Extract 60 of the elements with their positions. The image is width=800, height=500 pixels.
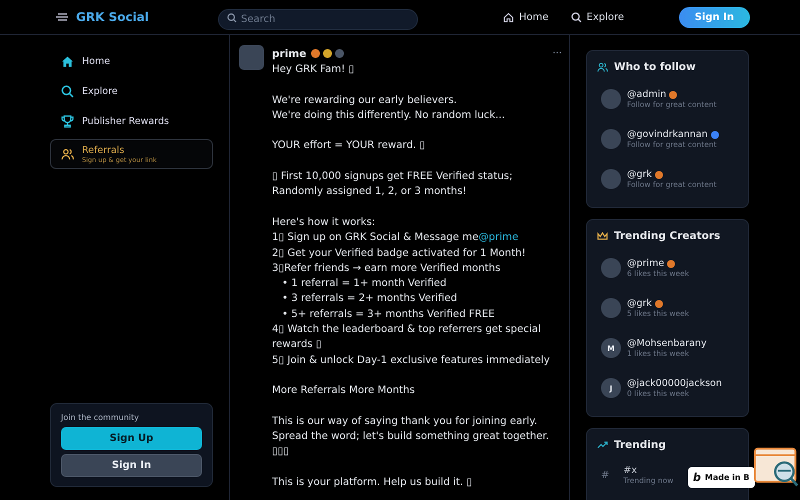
mention-link[interactable]: @prime — [478, 232, 518, 244]
user-handle[interactable]: @Mohsenbarany — [627, 338, 707, 349]
made-in-badge[interactable]: b Made in B — [688, 467, 754, 488]
post-line: YOUR effort = YOUR reward. ▯ — [272, 139, 426, 154]
avatar — [601, 258, 621, 278]
home-icon — [61, 55, 74, 68]
post-line: 2▯ Get your Verified badge activated for 1 Month! — [272, 246, 527, 261]
crown-icon — [597, 232, 608, 240]
post-line: We're doing this differently. No random luck... — [272, 108, 506, 123]
card-title: Trending Creators — [614, 230, 720, 242]
avatar — [601, 298, 621, 318]
more-menu[interactable]: ··· — [548, 48, 566, 59]
users-icon — [61, 148, 74, 160]
user-handle[interactable]: @admin — [627, 89, 666, 100]
hash-mark: # — [601, 470, 610, 480]
search-field[interactable]: Search — [218, 8, 418, 30]
post-line: This is your platform. Help us build it. ▯ — [272, 476, 474, 490]
sidebar-item[interactable]: Publisher Rewards — [50, 109, 213, 134]
post-line: This is our way of saying thank you for joining early. Spread the word; let's build something great together. ▯▯▯ — [272, 414, 550, 460]
post-line: More Referrals More Months — [272, 384, 416, 398]
sidebar-item[interactable]: Explore — [50, 79, 213, 104]
post-line: 4▯ Watch the leaderboard & top referrers get special rewards ▯ — [272, 323, 542, 352]
trophy-icon — [61, 115, 74, 128]
avatar — [601, 89, 621, 109]
topic-tag[interactable]: #x — [623, 465, 637, 476]
user-handle[interactable]: @govindrkannan — [627, 129, 708, 140]
avatar — [239, 45, 264, 70]
search-icon — [570, 12, 582, 22]
post-line: 3▯Refer friends → earn more Verified months — [272, 262, 502, 276]
brand-name[interactable]: GRK Social — [76, 10, 149, 24]
sign-up-button[interactable]: Sign Up — [61, 427, 202, 450]
card-title: Who to follow — [614, 61, 696, 73]
card-title: Trending — [614, 439, 666, 451]
avatar — [601, 169, 621, 189]
community-label: Join the community — [61, 413, 140, 422]
post-line: Here's how it works: — [272, 216, 376, 230]
post-line: 5▯ Join & unlock Day-1 exclusive features immediately — [272, 354, 551, 368]
post-line: We're rewarding our early believers. — [272, 94, 458, 108]
post-line: Hey GRK Fam! ▯ — [272, 63, 356, 77]
users-icon — [597, 62, 608, 72]
home-icon — [503, 12, 514, 22]
user-handle[interactable]: @prime — [627, 258, 664, 269]
search-icon — [227, 12, 237, 22]
nav-link[interactable]: Home — [503, 12, 549, 22]
user-handle[interactable]: @grk — [627, 169, 652, 180]
user-handle[interactable]: @grk — [627, 298, 652, 309]
post-bullet-line: • 1 referral = 1+ month Verified — [281, 277, 448, 292]
post-bullet-line: • 5+ referrals = 3+ months Verified FREE — [281, 308, 496, 322]
post-bullet-line: • 3 referrals = 2+ months Verified — [281, 292, 458, 306]
post-line: 1▯ Sign up on GRK Social & Message me@prime — [272, 231, 520, 246]
logo-icon — [55, 12, 69, 22]
author-name[interactable]: prime — [272, 48, 306, 60]
search-icon — [61, 85, 74, 98]
trend-icon — [597, 441, 608, 449]
avatar — [601, 129, 621, 149]
post-line: ▯ First 10,000 signups get FREE Verified status; Randomly assigned 1, 2, or 3 months! — [272, 170, 514, 200]
sign-in-button[interactable]: Sign In — [61, 454, 202, 477]
user-handle[interactable]: @jack00000jackson — [627, 378, 722, 389]
nav-link[interactable]: Explore — [570, 12, 624, 22]
sidebar-item[interactable]: Home — [50, 49, 213, 74]
